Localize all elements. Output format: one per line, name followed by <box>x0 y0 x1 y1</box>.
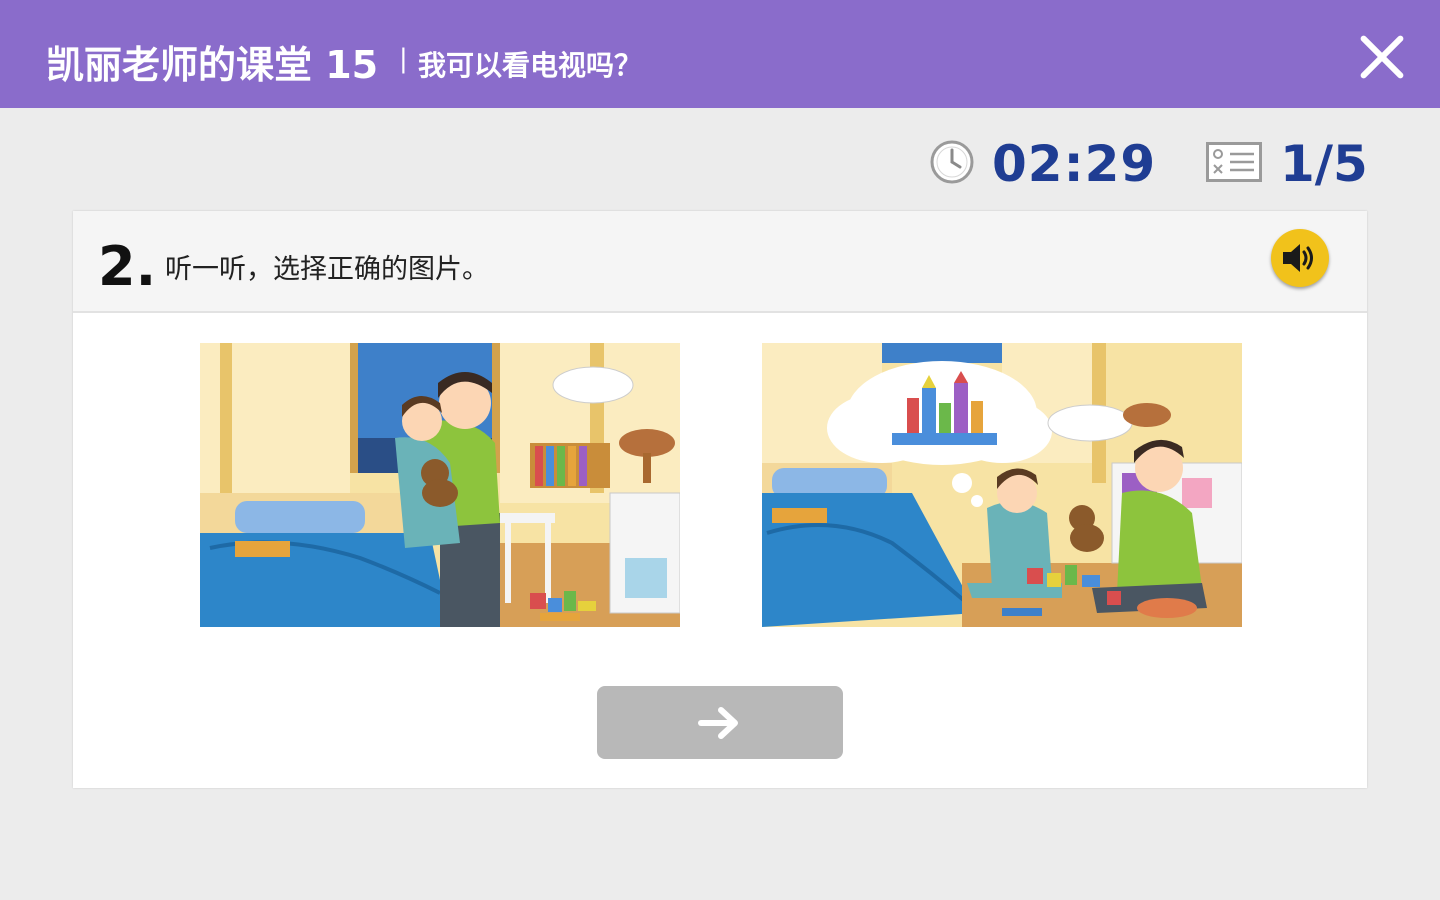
quiz-list-icon <box>1206 142 1262 182</box>
question-header: 2. 听一听，选择正确的图片。 <box>73 211 1367 313</box>
answer-picture-2[interactable] <box>762 343 1242 627</box>
arrow-right-icon <box>698 707 738 739</box>
clock-icon <box>930 140 974 184</box>
title-separator: | <box>399 44 408 74</box>
next-button[interactable] <box>597 686 843 759</box>
lesson-subtitle: 我可以看电视吗？ <box>418 49 643 82</box>
top-bar: 凯丽老师的课堂 15 | 我可以看电视吗？ <box>0 0 1440 108</box>
close-icon[interactable] <box>1356 31 1408 83</box>
timer: 02:29 <box>992 135 1157 193</box>
question-prompt: 听一听，选择正确的图片。 <box>165 254 489 285</box>
question-progress: 1/5 <box>1280 135 1368 193</box>
speaker-icon <box>1283 244 1313 272</box>
play-audio-button[interactable] <box>1271 229 1329 287</box>
question-card: 2. 听一听，选择正确的图片。 <box>73 211 1367 788</box>
question-number: 2. <box>98 235 157 298</box>
answer-picture-1[interactable] <box>200 343 680 627</box>
lesson-title: 凯丽老师的课堂 15 <box>46 43 379 87</box>
